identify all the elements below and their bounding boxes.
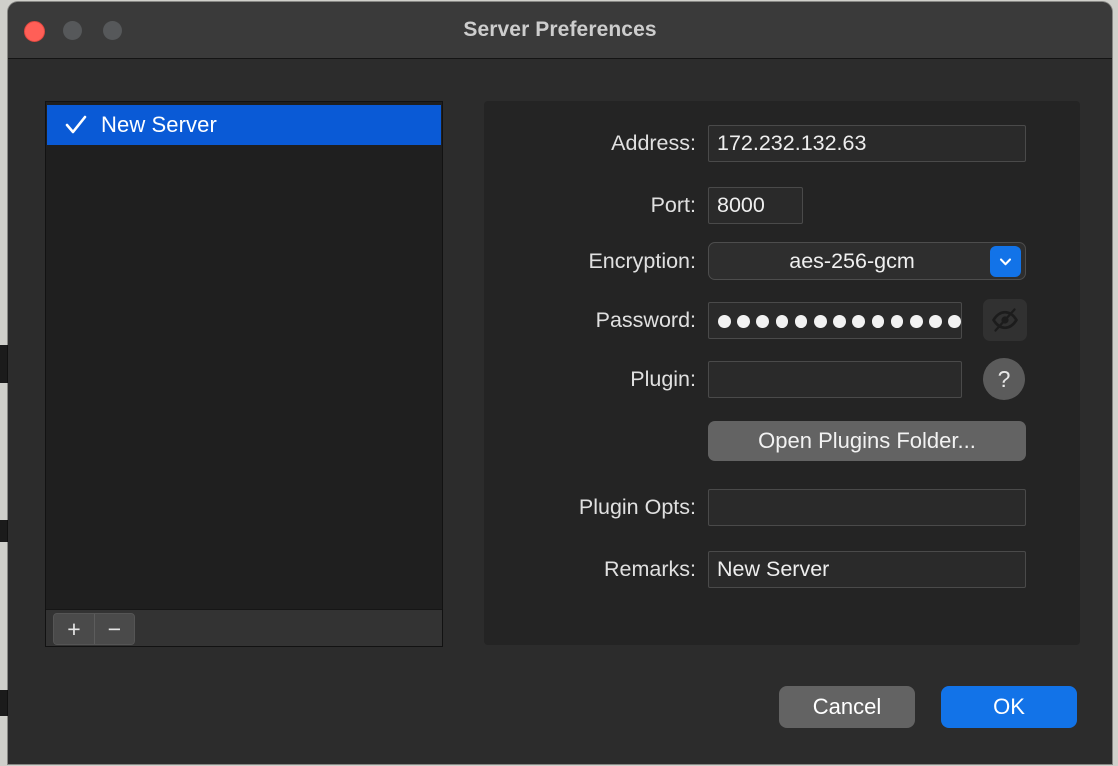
address-input[interactable] — [708, 124, 1026, 162]
password-masked-dots — [709, 303, 961, 340]
background-window-sliver-3 — [0, 520, 8, 542]
window-title: Server Preferences — [463, 18, 657, 41]
encryption-row: Encryption: aes-256-gcm — [484, 241, 1080, 281]
plugin-opts-row: Plugin Opts: — [484, 487, 1080, 527]
encryption-label: Encryption: — [588, 248, 696, 273]
chevron-down-icon[interactable] — [990, 246, 1021, 277]
desktop-background-strip — [0, 0, 8, 766]
password-label: Password: — [595, 307, 696, 332]
help-icon[interactable]: ? — [983, 358, 1025, 400]
remarks-row: Remarks: — [484, 549, 1080, 589]
background-window-sliver-4 — [0, 690, 8, 716]
add-server-button[interactable]: + — [54, 614, 94, 644]
server-name-label: New Server — [101, 112, 217, 137]
port-row: Port: — [484, 185, 1080, 225]
remarks-input[interactable] — [708, 550, 1026, 588]
plugin-input[interactable] — [708, 360, 962, 398]
window-content: New Server + − Address: 172.232.132.63 P… — [8, 59, 1112, 764]
screen: Server Preferences New Server + − Addres… — [0, 0, 1118, 766]
list-item[interactable]: New Server — [47, 105, 441, 145]
ok-button[interactable]: OK — [941, 686, 1077, 728]
server-list-sidebar: New Server + − — [45, 101, 443, 647]
cancel-button[interactable]: Cancel — [779, 686, 915, 728]
open-plugins-folder-button[interactable]: Open Plugins Folder... — [708, 421, 1026, 461]
window-titlebar: Server Preferences — [8, 2, 1112, 59]
password-input[interactable] — [708, 301, 962, 340]
plugin-row: Plugin: ? — [484, 358, 1080, 400]
plugin-opts-label: Plugin Opts: — [578, 494, 696, 519]
port-input[interactable] — [708, 186, 803, 224]
checkmark-icon — [63, 112, 89, 138]
server-preferences-window: Server Preferences New Server + − Addres… — [8, 2, 1112, 764]
port-label: Port: — [650, 192, 696, 217]
encryption-selected-value: aes-256-gcm — [789, 248, 915, 273]
encryption-dropdown[interactable]: aes-256-gcm — [708, 242, 1026, 280]
eye-slash-icon[interactable] — [983, 299, 1027, 341]
address-row: Address: — [484, 123, 1080, 163]
server-detail-panel: Address: Port: Encryption: aes-256-gcm — [484, 101, 1080, 645]
add-remove-segmented-control: + − — [53, 613, 135, 645]
server-list-toolbar: + − — [46, 609, 442, 646]
plugin-label: Plugin: — [630, 366, 696, 391]
plugin-opts-input[interactable] — [708, 488, 1026, 526]
server-list[interactable]: New Server — [46, 102, 442, 609]
address-label: Address: — [611, 130, 696, 155]
background-window-sliver-2 — [0, 365, 8, 383]
remove-server-button[interactable]: − — [94, 614, 134, 644]
open-plugins-folder-row: Open Plugins Folder... — [484, 421, 1080, 461]
background-window-sliver-1 — [0, 345, 8, 365]
password-row: Password: — [484, 299, 1080, 341]
remarks-label: Remarks: — [604, 556, 696, 581]
